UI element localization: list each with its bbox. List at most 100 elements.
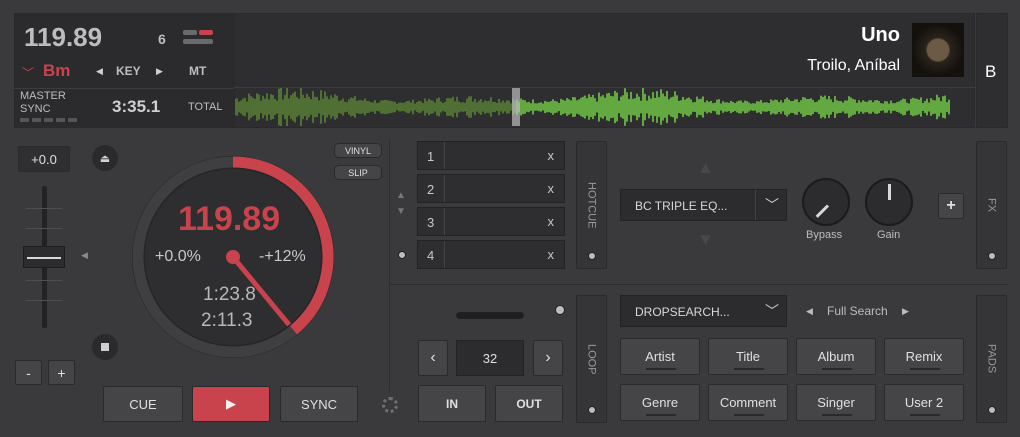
bypass-label: Bypass bbox=[806, 229, 843, 241]
loop-size[interactable]: 32 bbox=[456, 340, 524, 376]
stop-icon[interactable] bbox=[92, 334, 118, 360]
hotcue-number: 3 bbox=[427, 215, 435, 230]
pads-next-icon[interactable]: ▶ bbox=[902, 306, 909, 317]
pad-button[interactable]: Title bbox=[708, 338, 788, 375]
track-artist: Troilo, Aníbal bbox=[807, 57, 900, 74]
pad-label: Remix bbox=[905, 349, 943, 364]
hotcue-number: 4 bbox=[427, 248, 435, 263]
pitch-value-display[interactable]: +0.0 bbox=[18, 146, 70, 172]
track-title: Uno bbox=[861, 24, 900, 46]
fx-up-icon[interactable]: ▲ bbox=[697, 158, 714, 178]
loop-in-button[interactable]: IN bbox=[418, 385, 486, 422]
pad-button[interactable]: Singer bbox=[796, 384, 876, 421]
tab-loop[interactable]: LOOP bbox=[576, 295, 607, 423]
hotcue-delete-button[interactable]: x bbox=[548, 148, 555, 163]
waveform[interactable] bbox=[235, 88, 975, 126]
loop-out-button[interactable]: OUT bbox=[495, 385, 563, 422]
pad-button[interactable]: Artist bbox=[620, 338, 700, 375]
tab-fx-label: FX bbox=[985, 197, 998, 213]
pads-select[interactable]: DROPSEARCH... ﹀ bbox=[620, 295, 787, 327]
key-label: KEY bbox=[116, 64, 141, 78]
play-icon: ▶ bbox=[226, 396, 236, 411]
pitch-arrow-icon[interactable]: ◀ bbox=[81, 250, 88, 261]
pad-button[interactable]: User 2 bbox=[884, 384, 964, 421]
hotcue-delete-button[interactable]: x bbox=[548, 181, 555, 196]
sync-indicator bbox=[20, 118, 80, 122]
bypass-knob[interactable] bbox=[802, 178, 850, 226]
hotcue-delete-button[interactable]: x bbox=[548, 247, 555, 262]
album-cover[interactable] bbox=[912, 23, 964, 77]
key-up-icon[interactable]: ▶ bbox=[156, 66, 163, 77]
hotcue-led bbox=[398, 251, 406, 259]
tab-fx-led bbox=[988, 252, 996, 260]
pad-button[interactable]: Album bbox=[796, 338, 876, 375]
chevron-down-icon[interactable]: ﹀ bbox=[22, 64, 34, 81]
pads-prev-icon[interactable]: ◀ bbox=[806, 306, 813, 317]
pitch-minus-button[interactable]: - bbox=[15, 360, 42, 385]
pad-button[interactable]: Genre bbox=[620, 384, 700, 421]
jog-bpm: 119.89 bbox=[178, 200, 281, 238]
pad-label: Artist bbox=[645, 349, 675, 364]
tab-loop-led bbox=[588, 406, 596, 414]
loop-double-button[interactable]: › bbox=[533, 340, 563, 376]
hotcue-down-icon[interactable]: ▼ bbox=[396, 206, 406, 217]
tab-pads-label: PADS bbox=[985, 344, 998, 374]
play-button[interactable]: ▶ bbox=[192, 386, 270, 422]
eject-icon[interactable]: ⏏ bbox=[92, 145, 118, 171]
waveform-playhead[interactable] bbox=[512, 88, 520, 126]
tab-pads-led bbox=[988, 406, 996, 414]
pad-label: User 2 bbox=[904, 395, 944, 410]
pad-button[interactable]: Comment bbox=[708, 384, 788, 421]
hotcue-slot[interactable]: 3 x bbox=[417, 207, 565, 236]
elapsed-time: 1:23.8 bbox=[203, 284, 256, 305]
hotcue-slot[interactable]: 1 x bbox=[417, 141, 565, 170]
tab-loop-label: LOOP bbox=[585, 343, 598, 375]
chevron-down-icon: ﹀ bbox=[765, 303, 779, 319]
cue-button[interactable]: CUE bbox=[103, 386, 183, 422]
key-down-icon[interactable]: ◀ bbox=[96, 66, 103, 77]
tab-hotcue-label: HOTCUE bbox=[585, 181, 598, 229]
key-mode-toggle[interactable]: MT bbox=[189, 64, 206, 78]
layout-toggle-icon[interactable] bbox=[183, 30, 215, 46]
loop-bar bbox=[456, 312, 524, 319]
gear-icon[interactable] bbox=[382, 397, 398, 413]
deck-letter: B bbox=[985, 62, 997, 81]
hotcue-slot[interactable]: 2 x bbox=[417, 174, 565, 203]
fx-add-button[interactable]: + bbox=[938, 193, 964, 219]
right-panel-divider bbox=[389, 139, 390, 391]
sync-button[interactable]: SYNC bbox=[280, 386, 358, 422]
remaining-time: 2:11.3 bbox=[201, 310, 253, 331]
pads-mode-label: Full Search bbox=[827, 304, 888, 318]
hotcue-slot[interactable]: 4 x bbox=[417, 240, 565, 269]
tab-fx[interactable]: FX bbox=[976, 141, 1007, 269]
pitch-plus-button[interactable]: + bbox=[48, 360, 75, 385]
loop-led bbox=[555, 305, 565, 315]
pitch-slider[interactable] bbox=[18, 180, 70, 340]
hotcue-up-icon[interactable]: ▲ bbox=[396, 190, 406, 201]
sync-label[interactable]: SYNC bbox=[20, 103, 51, 115]
pad-label: Genre bbox=[641, 395, 679, 410]
pad-label: Singer bbox=[817, 395, 855, 410]
tab-hotcue-led bbox=[588, 252, 596, 260]
fx-down-icon[interactable]: ▼ bbox=[697, 230, 714, 250]
gain-label: Gain bbox=[877, 229, 901, 241]
hotcue-number: 1 bbox=[427, 149, 435, 164]
slip-button[interactable]: SLIP bbox=[334, 165, 382, 180]
bpm-display[interactable]: 119.89 bbox=[24, 22, 102, 53]
pad-label: Album bbox=[817, 349, 855, 364]
right-panel-hdivider bbox=[389, 284, 1008, 285]
vinyl-button[interactable]: VINYL bbox=[334, 143, 382, 158]
pad-button[interactable]: Remix bbox=[884, 338, 964, 375]
master-label[interactable]: MASTER bbox=[20, 90, 66, 102]
tab-hotcue[interactable]: HOTCUE bbox=[576, 141, 607, 269]
chevron-right-icon: › bbox=[545, 349, 551, 366]
tab-pads[interactable]: PADS bbox=[976, 295, 1007, 423]
hotcue-delete-button[interactable]: x bbox=[548, 214, 555, 229]
pitch-slider-thumb[interactable] bbox=[23, 246, 65, 268]
gain-knob[interactable] bbox=[865, 178, 913, 226]
key-display: Bm bbox=[43, 61, 71, 80]
pad-label: Comment bbox=[719, 395, 777, 410]
loop-halve-button[interactable]: ‹ bbox=[418, 340, 448, 376]
deck-number: 6 bbox=[158, 31, 166, 47]
fx-select[interactable]: BC TRIPLE EQ... ﹀ bbox=[620, 189, 787, 221]
